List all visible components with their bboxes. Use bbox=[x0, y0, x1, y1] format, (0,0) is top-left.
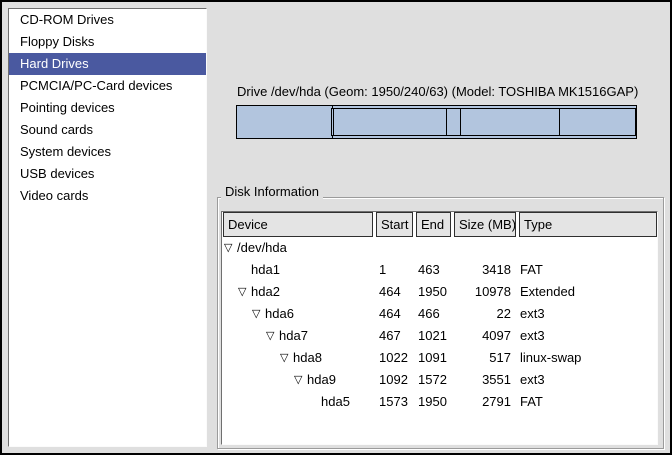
table-row-hda6[interactable]: ▽hda6 464 466 22 ext3 bbox=[222, 303, 657, 325]
size-cell: 3551 bbox=[452, 369, 511, 391]
start-cell: 1 bbox=[379, 259, 386, 281]
expander-icon[interactable]: ▽ bbox=[224, 237, 237, 259]
table-row-hda5[interactable]: hda5 1573 19502791 FAT bbox=[222, 391, 657, 413]
expander-icon[interactable]: ▽ bbox=[294, 369, 307, 391]
size-cell: 2791 bbox=[452, 391, 511, 413]
size-cell: 517 bbox=[452, 347, 511, 369]
device-label: hda7 bbox=[279, 325, 308, 347]
type-cell: linux-swap bbox=[520, 347, 581, 369]
end-cell: 1950 bbox=[418, 391, 447, 413]
hardware-browser-window: CD-ROM DrivesFloppy DisksHard DrivesPCMC… bbox=[0, 0, 672, 455]
tree-indent bbox=[224, 270, 238, 271]
end-cell: 1091 bbox=[418, 347, 447, 369]
column-header-size-mb[interactable]: Size (MB) bbox=[454, 212, 516, 237]
end-cell: 1021 bbox=[418, 325, 447, 347]
device-label: hda6 bbox=[265, 303, 294, 325]
sidebar-item-system-devices[interactable]: System devices bbox=[9, 141, 206, 163]
size-cell: 22 bbox=[452, 303, 511, 325]
sidebar-item-video-cards[interactable]: Video cards bbox=[9, 185, 206, 207]
disk-information-label: Disk Information bbox=[221, 184, 323, 199]
type-cell: Extended bbox=[520, 281, 575, 303]
device-cell: hda5 bbox=[224, 391, 350, 413]
start-cell: 467 bbox=[379, 325, 401, 347]
start-cell: 464 bbox=[379, 303, 401, 325]
device-label: /dev/hda bbox=[237, 237, 287, 259]
table-body: ▽/dev/hdahda114633418FAT▽hda246419501097… bbox=[222, 237, 657, 413]
column-header-type[interactable]: Type bbox=[519, 212, 657, 237]
start-cell: 1022 bbox=[379, 347, 408, 369]
tree-indent bbox=[224, 292, 238, 293]
type-cell: FAT bbox=[520, 391, 543, 413]
table-row-hda9[interactable]: ▽hda9 1092 15723551 ext3 bbox=[222, 369, 657, 391]
sidebar-item-floppy-disks[interactable]: Floppy Disks bbox=[9, 31, 206, 53]
table-row-dev-hda[interactable]: ▽/dev/hda bbox=[222, 237, 657, 259]
sidebar-item-sound-cards[interactable]: Sound cards bbox=[9, 119, 206, 141]
start-cell: 1092 bbox=[379, 369, 408, 391]
device-cell: ▽/dev/hda bbox=[224, 237, 287, 259]
type-cell: ext3 bbox=[520, 369, 545, 391]
device-cell: ▽hda7 bbox=[224, 325, 308, 347]
column-header-end[interactable]: End bbox=[416, 212, 451, 237]
column-header-device[interactable]: Device bbox=[223, 212, 373, 237]
device-category-list: CD-ROM DrivesFloppy DisksHard DrivesPCMC… bbox=[8, 8, 207, 447]
extended-partition-hda2 bbox=[331, 108, 636, 136]
device-label: hda9 bbox=[307, 369, 336, 391]
device-cell: ▽hda2 bbox=[224, 281, 280, 303]
logical-partition-divider-hda9 bbox=[559, 109, 560, 135]
device-cell: ▽hda6 bbox=[224, 303, 294, 325]
end-cell: 463 bbox=[418, 259, 440, 281]
size-cell: 4097 bbox=[452, 325, 511, 347]
sidebar-item-cd-rom-drives[interactable]: CD-ROM Drives bbox=[9, 9, 206, 31]
tree-indent bbox=[224, 358, 280, 359]
logical-partition-divider-hda7 bbox=[446, 109, 447, 135]
start-cell: 1573 bbox=[379, 391, 408, 413]
start-cell: 464 bbox=[379, 281, 401, 303]
table-row-hda2[interactable]: ▽hda2 464 195010978 Extended bbox=[222, 281, 657, 303]
table-row-hda8[interactable]: ▽hda8 1022 1091517 linux-swap bbox=[222, 347, 657, 369]
partition-bar bbox=[236, 105, 637, 139]
table-row-hda1[interactable]: hda1 1 463 3418 FAT bbox=[222, 259, 657, 281]
device-label: hda8 bbox=[293, 347, 322, 369]
tree-indent bbox=[224, 336, 266, 337]
device-label: hda2 bbox=[251, 281, 280, 303]
tree-indent bbox=[224, 380, 294, 381]
type-cell: ext3 bbox=[520, 325, 545, 347]
sidebar-item-pointing-devices[interactable]: Pointing devices bbox=[9, 97, 206, 119]
table-header-row: DeviceStartEndSize (MB)Type bbox=[222, 212, 657, 237]
expander-icon[interactable]: ▽ bbox=[252, 303, 265, 325]
end-cell: 1572 bbox=[418, 369, 447, 391]
drive-title: Drive /dev/hda (Geom: 1950/240/63) (Mode… bbox=[237, 84, 638, 99]
device-cell: ▽hda8 bbox=[224, 347, 322, 369]
device-label: hda5 bbox=[321, 391, 350, 413]
type-cell: FAT bbox=[520, 259, 543, 281]
sidebar-item-hard-drives[interactable]: Hard Drives bbox=[9, 53, 206, 75]
logical-partition-divider-hda8 bbox=[460, 109, 461, 135]
tree-indent bbox=[224, 402, 308, 403]
table-row-hda7[interactable]: ▽hda7 467 10214097 ext3 bbox=[222, 325, 657, 347]
device-cell: hda1 bbox=[224, 259, 280, 281]
expander-icon[interactable]: ▽ bbox=[266, 325, 279, 347]
tree-indent bbox=[224, 314, 252, 315]
logical-partition-divider-hda6 bbox=[333, 109, 334, 135]
column-header-start[interactable]: Start bbox=[376, 212, 413, 237]
size-cell: 10978 bbox=[452, 281, 511, 303]
end-cell: 1950 bbox=[418, 281, 447, 303]
sidebar-item-usb-devices[interactable]: USB devices bbox=[9, 163, 206, 185]
end-cell: 466 bbox=[418, 303, 440, 325]
disk-info-table: DeviceStartEndSize (MB)Type ▽/dev/hdahda… bbox=[221, 211, 658, 445]
sidebar-item-pcmcia-pc-card-devices[interactable]: PCMCIA/PC-Card devices bbox=[9, 75, 206, 97]
size-cell: 3418 bbox=[452, 259, 511, 281]
expander-icon[interactable]: ▽ bbox=[280, 347, 293, 369]
type-cell: ext3 bbox=[520, 303, 545, 325]
device-label: hda1 bbox=[251, 259, 280, 281]
expander-icon[interactable]: ▽ bbox=[238, 281, 251, 303]
device-cell: ▽hda9 bbox=[224, 369, 336, 391]
